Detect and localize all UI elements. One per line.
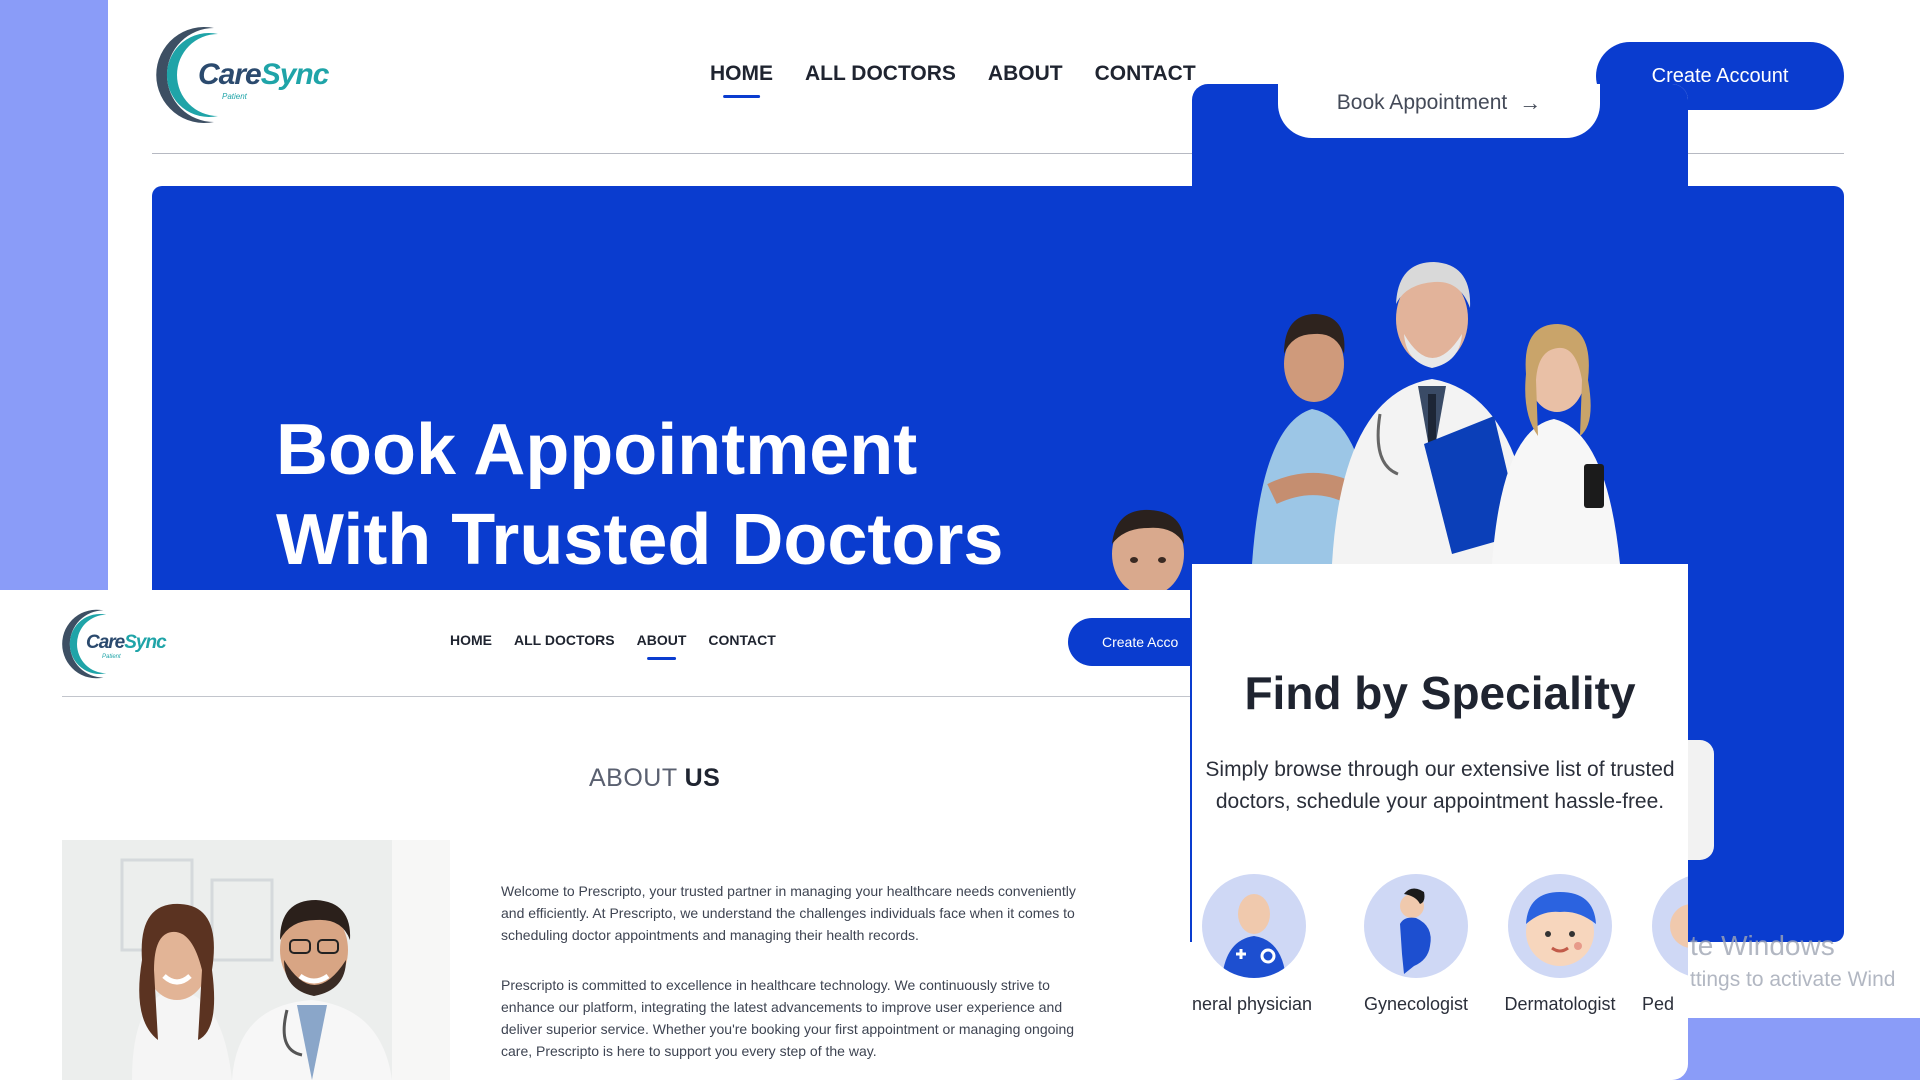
logo-text: CareSync xyxy=(86,632,167,653)
book-appointment-label: Book Appointment xyxy=(1336,91,1508,114)
nav-contact[interactable]: CONTACT xyxy=(708,632,775,648)
hero-title-line2: With Trusted Doctors xyxy=(276,500,1004,580)
speciality-label: neral physician xyxy=(1192,994,1313,1014)
nav-all-doctors[interactable]: ALL DOCTORS xyxy=(805,62,956,86)
nav-contact[interactable]: CONTACT xyxy=(1095,62,1196,86)
speciality-item-general-physician[interactable]: neral physician xyxy=(1192,874,1332,1014)
nav-home[interactable]: HOME xyxy=(450,632,492,648)
speciality-item-pediatrician[interactable]: Ped xyxy=(1642,874,1688,1014)
speciality-page-screenshot: Book Appointment → Find by Speciality Si… xyxy=(1192,84,1688,1080)
hero-hand-fragment xyxy=(1688,740,1714,860)
windows-activation-watermark: te Windows ttings to activate Wind xyxy=(1690,930,1895,992)
create-account-button[interactable]: Create Acco xyxy=(1068,618,1198,666)
dermatologist-icon xyxy=(1508,874,1612,978)
nav-about[interactable]: ABOUT xyxy=(637,632,687,648)
about-description: Welcome to Prescripto, your trusted part… xyxy=(501,880,1101,1090)
about-heading: ABOUT US xyxy=(589,764,721,792)
speciality-title: Find by Speciality xyxy=(1244,667,1636,719)
doctors-group-photo xyxy=(1192,204,1688,564)
watermark-line2: ttings to activate Wind xyxy=(1690,968,1896,991)
speciality-label: Ped xyxy=(1642,994,1675,1014)
nav-home[interactable]: HOME xyxy=(710,62,773,86)
backdrop-left-strip xyxy=(0,0,108,590)
about-doctors-photo xyxy=(62,840,450,1080)
home-logo[interactable]: CareSync Patient xyxy=(156,20,329,130)
general-physician-icon xyxy=(1202,874,1306,978)
speciality-label: Gynecologist xyxy=(1363,994,1469,1014)
nav-about[interactable]: ABOUT xyxy=(988,62,1063,86)
about-page-screenshot: CareSync Patient HOME ALL DOCTORS ABOUT … xyxy=(0,590,1198,1080)
arrow-right-icon: → xyxy=(1519,90,1542,115)
pediatrician-icon xyxy=(1652,874,1688,978)
watermark-line1: te Windows xyxy=(1690,930,1835,961)
gynecologist-icon xyxy=(1364,874,1468,978)
speciality-description-line1: Simply browse through our extensive list… xyxy=(1205,758,1675,781)
about-paragraph-1: Welcome to Prescripto, your trusted part… xyxy=(501,883,1076,943)
doctor-photo-peek xyxy=(1112,509,1184,590)
about-logo[interactable]: CareSync Patient xyxy=(62,604,172,684)
speciality-description-line2: doctors, schedule your appointment hassl… xyxy=(1215,790,1665,813)
speciality-item-dermatologist[interactable]: Dermatologist xyxy=(1504,874,1638,1014)
home-nav: HOME ALL DOCTORS ABOUT CONTACT xyxy=(710,62,1196,86)
hero-title-line1: Book Appointment xyxy=(276,410,918,490)
speciality-label: Dermatologist xyxy=(1504,994,1616,1014)
speciality-description: Simply browse through our extensive list… xyxy=(1192,754,1688,818)
nav-all-doctors[interactable]: ALL DOCTORS xyxy=(514,632,615,648)
logo-tagline: Patient xyxy=(222,92,247,101)
about-nav: HOME ALL DOCTORS ABOUT CONTACT xyxy=(450,632,776,648)
hero-title: Book Appointment With Trusted Doctors xyxy=(276,405,1003,585)
header-divider xyxy=(62,696,1190,697)
logo-tagline: Patient xyxy=(102,654,121,660)
logo-text: CareSync xyxy=(198,58,329,91)
about-paragraph-2: Prescripto is committed to excellence in… xyxy=(501,977,1075,1059)
speciality-item-gynecologist[interactable]: Gynecologist xyxy=(1364,874,1494,1014)
book-appointment-button[interactable]: Book Appointment → xyxy=(1278,84,1600,138)
